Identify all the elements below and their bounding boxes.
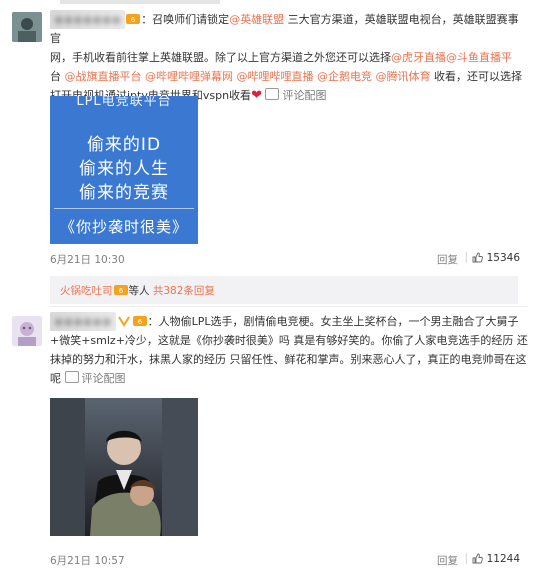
view-image-label: 评论配图 (282, 89, 327, 102)
poster-line: 偷来的竞赛 (79, 183, 169, 203)
reply-button[interactable]: 回复 (437, 553, 458, 568)
comment-body: +微笑+smlz+冷少，这就是《你抄袭时很美》吗 真是有够好笑的。你偷了人家电竞… (50, 334, 528, 347)
comment-image[interactable]: LPL电竞联平台 偷来的ID 偷来的人生 偷来的竞赛 《你抄袭时很美》 (50, 96, 198, 244)
vip-badge-icon: 6 (113, 284, 128, 296)
separator: | (464, 552, 468, 564)
comment-photo[interactable] (50, 398, 198, 536)
svg-text:6: 6 (131, 16, 136, 24)
poster-line: 《你抄袭时很美》 (59, 218, 188, 236)
comment-meta: 6月21日 10:30 回复 | 15346 (50, 251, 520, 267)
comment-body: 呢 (50, 372, 65, 385)
like-count: 11244 (486, 553, 520, 565)
poster-top-text: LPL电竞联平台 (76, 96, 172, 109)
mention-link[interactable]: @腾讯体育 (376, 70, 431, 83)
comment-body: 网，手机收看前往掌上英雄联盟。除了以上官方渠道之外您还可以选择 (50, 51, 391, 64)
mention-link[interactable]: @虎牙直播 (391, 51, 446, 64)
comment-time: 6月21日 10:57 (50, 555, 125, 567)
image-icon (265, 88, 280, 100)
comment-body: 抹掉的努力和汗水，抹黑人家的经历 只留任性、鲜花和掌声。别来恶心人了，真正的电竞… (50, 353, 527, 366)
username-link[interactable]: ●●●●●●● (50, 10, 126, 29)
mention-link[interactable]: @哔哩哔哩直播 (237, 70, 314, 83)
avatar[interactable] (12, 316, 42, 346)
thumb-up-icon (472, 252, 483, 263)
verified-v-icon (117, 314, 131, 327)
mention-link[interactable]: @英雄联盟 (229, 13, 284, 26)
sub-reply-mid: 等人 (128, 285, 150, 297)
poster-line: 偷来的ID (86, 135, 162, 155)
thumb-up-icon (472, 553, 483, 564)
vip-badge-icon: 6 (132, 314, 147, 326)
like-button[interactable]: 15346 (472, 252, 520, 264)
view-image-link[interactable]: 评论配图 (265, 88, 327, 102)
previous-comment-edge (0, 0, 540, 6)
sub-reply-text: 火锅吃吐司 6 等人 共382条回复 (60, 283, 215, 298)
comment-body: ：人物偷LPL选手，剧情偷电竞梗。女主坐上奖杯台，一个男主融合了大舅子 (147, 315, 519, 328)
comment-body: ：召唤师们请锁定 (141, 13, 230, 26)
like-count: 15346 (486, 252, 520, 264)
comment-time: 6月21日 10:30 (50, 254, 125, 266)
separator: | (464, 251, 468, 263)
vip-badge-icon: 6 (126, 12, 141, 24)
comment-text: ●●●●●● 6 ：人物偷LPL选手，剧情偷电竞梗。女主坐上奖杯台，一个男主融合了大… (50, 312, 528, 388)
avatar[interactable] (12, 12, 42, 42)
like-button[interactable]: 11244 (472, 553, 520, 565)
mention-link[interactable]: @哔哩哔哩弹幕网 (145, 70, 233, 83)
divider (50, 306, 528, 307)
view-image-label: 评论配图 (81, 372, 126, 385)
username-link[interactable]: ●●●●●● (50, 312, 116, 331)
poster-divider (54, 208, 194, 209)
comment-text: ●●●●●●● 6 ：召唤师们请锁定@英雄联盟 三大官方渠道，英雄联盟电视台，英雄联… (50, 10, 528, 105)
view-image-link[interactable]: 评论配图 (64, 371, 126, 385)
mention-link[interactable]: @战旗直播平台 (65, 70, 142, 83)
sub-reply-box[interactable]: 火锅吃吐司 6 等人 共382条回复 (50, 276, 518, 304)
comment-body: 台 (50, 70, 65, 83)
comment-meta: 6月21日 10:57 回复 | 11244 (50, 552, 520, 568)
comment-feed: ●●●●●●● 6 ：召唤师们请锁定@英雄联盟 三大官方渠道，英雄联盟电视台，英雄联… (0, 0, 540, 572)
svg-text:6: 6 (118, 287, 123, 295)
poster-line: 偷来的人生 (79, 159, 169, 179)
sub-reply-count-link[interactable]: 共382条回复 (153, 285, 215, 297)
mention-link[interactable]: @企鹅电竞 (317, 70, 372, 83)
reply-button[interactable]: 回复 (437, 252, 458, 267)
svg-text:6: 6 (137, 318, 142, 326)
sub-reply-user[interactable]: 火锅吃吐司 (60, 285, 113, 297)
mention-link[interactable]: @斗鱼直播平 (446, 51, 512, 64)
image-icon (64, 371, 79, 383)
comment-body: 收看，还可以选择 (430, 70, 522, 83)
heart-emoji-icon: ❤ (251, 88, 262, 103)
